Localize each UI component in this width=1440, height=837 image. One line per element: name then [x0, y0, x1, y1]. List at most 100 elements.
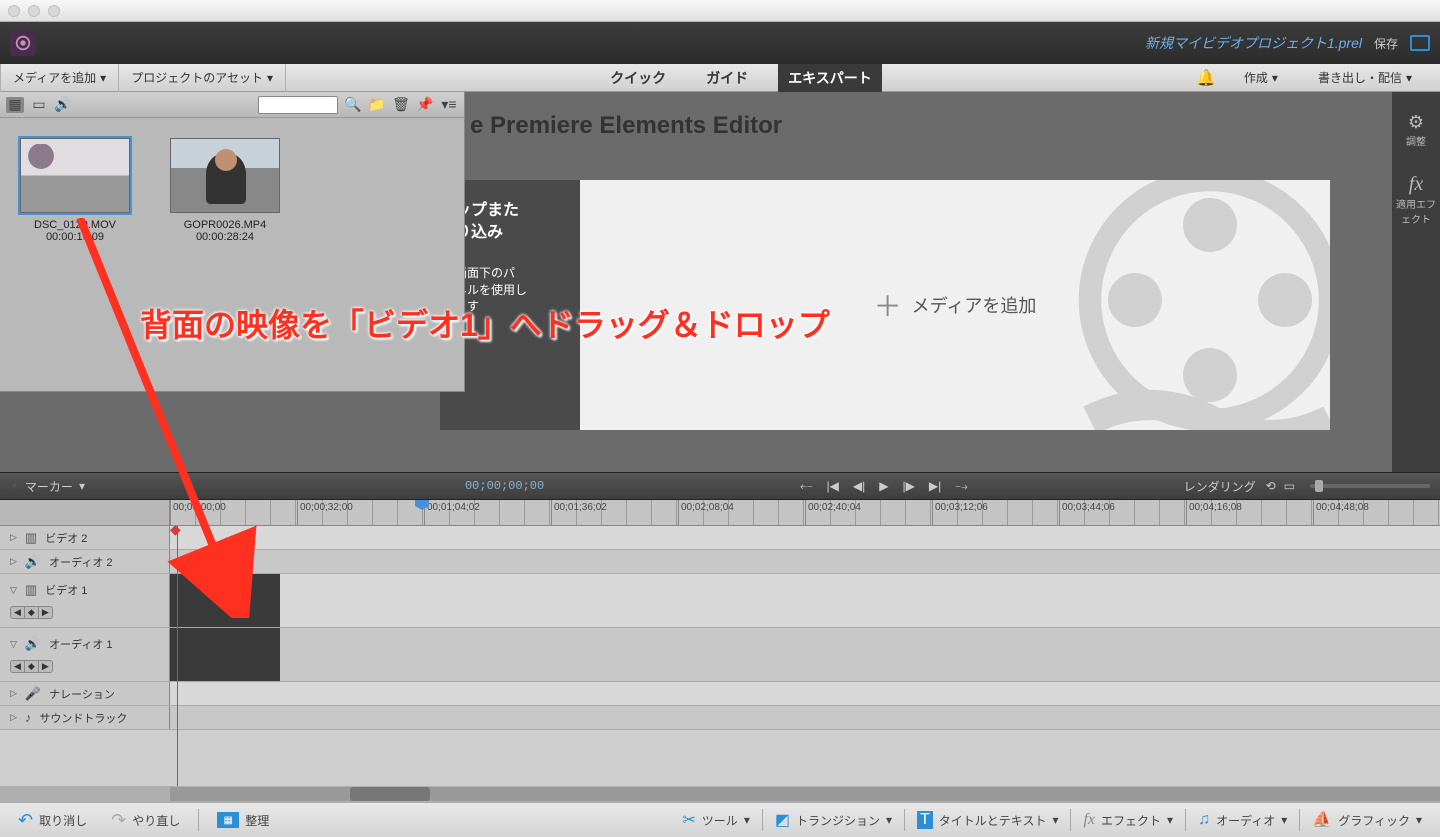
effects-button[interactable]: fx エフェクト▾ [1077, 807, 1179, 833]
mode-tab-expert[interactable]: エキスパート [778, 64, 882, 92]
loop-icon[interactable]: ⟲ [1266, 479, 1276, 493]
export-menu[interactable]: 書き出し・配信 ▾ [1306, 64, 1424, 92]
graphics-button[interactable]: ⛵ グラフィック▾ [1306, 806, 1428, 834]
track-name: サウンドトラック [39, 710, 127, 726]
track-header-narration[interactable]: ▷🎤ナレーション [0, 682, 170, 705]
dropdown-icon: ▾ [1272, 71, 1278, 85]
redo-button[interactable]: ↷ やり直し [105, 806, 186, 835]
pin-icon[interactable]: 📌 [416, 97, 434, 113]
notification-bell-icon[interactable]: 🔔 [1196, 68, 1216, 88]
effects-label: 適用エフェクト [1392, 196, 1440, 226]
marker-menu[interactable]: ▼ マーカー ▾ [10, 478, 85, 495]
timeline-tracks: ◆ ▷▥ビデオ 2 ▷🔊オーディオ 2 ▽▥ビデオ 1 ◀◆▶ ▽🔊オーディオ … [0, 526, 1440, 786]
track-content-narration[interactable] [170, 682, 1440, 705]
track-content-video1[interactable] [170, 574, 1440, 627]
playhead[interactable] [415, 500, 429, 526]
create-menu[interactable]: 作成 ▾ [1232, 64, 1290, 92]
track-content-audio2[interactable] [170, 550, 1440, 573]
safe-margins-icon[interactable]: ▭ [1284, 479, 1295, 493]
next-icon[interactable]: ▶| [929, 479, 941, 494]
track-header-audio1[interactable]: ▽🔊オーディオ 1 ◀◆▶ [0, 628, 170, 681]
right-sidebar: ⚙ 調整 fx 適用エフェクト [1392, 92, 1440, 472]
in-point-marker[interactable]: ◆ [170, 526, 184, 537]
track-header-video1[interactable]: ▽▥ビデオ 1 ◀◆▶ [0, 574, 170, 627]
tools-icon: ✂ [682, 810, 695, 830]
tools-button[interactable]: ✂ ツール▾ [676, 806, 755, 834]
dropdown-icon: ▾ [100, 71, 106, 85]
fx-icon: fx [1083, 811, 1095, 829]
titles-button[interactable]: T タイトルとテキスト▾ [911, 807, 1064, 833]
track-name: ビデオ 1 [45, 582, 87, 598]
undo-button[interactable]: ↶ 取り消し [12, 806, 93, 835]
transition-button[interactable]: ◩ トランジション▾ [769, 806, 898, 834]
effects-label: エフェクト [1101, 812, 1161, 829]
delete-icon[interactable]: 🗑 [392, 97, 410, 113]
project-assets-panel: ▦ ▭ 🔊 🔍 📁 🗑 📌 ▾≡ DSC_0129.MOV 00:00:16:0… [0, 92, 465, 392]
add-media-menu[interactable]: メディアを追加 ▾ [0, 64, 119, 92]
prev-icon[interactable]: |◀ [827, 479, 839, 494]
audio-button[interactable]: ♫ オーディオ▾ [1192, 807, 1293, 833]
track-name: オーディオ 1 [49, 636, 112, 652]
asset-thumbnail[interactable] [20, 138, 130, 213]
dropdown-icon: ▾ [267, 71, 273, 85]
track-content-soundtrack[interactable] [170, 706, 1440, 729]
traffic-zoom-icon[interactable] [48, 5, 60, 17]
zoom-slider[interactable] [1310, 484, 1430, 488]
asset-item[interactable]: DSC_0129.MOV 00:00:16:09 [15, 138, 135, 243]
play-icon[interactable]: ▶ [879, 479, 888, 494]
organize-button[interactable]: ▦ 整理 [211, 808, 275, 833]
goto-end-icon[interactable]: ⤍ [955, 479, 967, 494]
create-label: 作成 [1244, 69, 1268, 86]
search-input[interactable] [258, 96, 338, 114]
filter-video-icon[interactable]: ▦ [6, 97, 24, 113]
undo-label: 取り消し [39, 812, 87, 829]
drop-hint-line: り込み [455, 222, 565, 244]
ruler-tick: 00;03;12;06 [932, 500, 1059, 525]
add-media-label: メディアを追加 [13, 69, 96, 86]
audio-icon: ♫ [1198, 811, 1210, 829]
ruler-tick: 00;02;08;04 [678, 500, 805, 525]
asset-item[interactable]: GOPR0026.MP4 00:00:28:24 [165, 138, 285, 243]
step-fwd-icon[interactable]: |▶ [903, 479, 915, 494]
step-back-icon[interactable]: ◀| [853, 479, 865, 494]
redo-label: やり直し [132, 812, 180, 829]
project-assets-menu[interactable]: プロジェクトのアセット ▾ [119, 64, 286, 92]
titles-icon: T [917, 811, 933, 829]
track-header-soundtrack[interactable]: ▷♪サウンドトラック [0, 706, 170, 729]
mode-tab-guide[interactable]: ガイド [696, 64, 758, 92]
traffic-close-icon[interactable] [8, 5, 20, 17]
timeline-clip[interactable] [170, 574, 280, 627]
filter-image-icon[interactable]: ▭ [30, 97, 48, 113]
mode-tab-quick[interactable]: クイック [600, 64, 676, 92]
track-nav-arrows[interactable]: ◀◆▶ [10, 606, 53, 619]
applied-effects-button[interactable]: fx 適用エフェクト [1392, 173, 1440, 226]
track-header-video2[interactable]: ▷▥ビデオ 2 [0, 526, 170, 549]
timeline-scrollbar[interactable] [0, 786, 1440, 802]
timecode-display[interactable]: 00;00;00;00 [465, 479, 544, 493]
add-media-text: メディアを追加 [912, 292, 1037, 318]
track-content-video2[interactable] [170, 526, 1440, 549]
filter-audio-icon[interactable]: 🔊 [54, 97, 72, 113]
track-content-audio1[interactable]: ✂ [170, 628, 1440, 681]
ruler-tick: 00;00;00;00 [170, 500, 297, 525]
folder-icon[interactable]: 📁 [368, 97, 386, 113]
monitor-area: e Premiere Elements Editor ップまた り込み 画面下の… [440, 102, 1390, 462]
timeline-ruler[interactable]: 00;00;00;0000;00;32;0000;01;04;0200;01;3… [0, 500, 1440, 526]
traffic-minimize-icon[interactable] [28, 5, 40, 17]
asset-thumbnail[interactable] [170, 138, 280, 213]
organize-label: 整理 [245, 812, 269, 829]
project-name: 新規マイビデオプロジェクト1.prel [1145, 33, 1362, 53]
timeline-clip[interactable] [170, 628, 280, 681]
track-header-audio2[interactable]: ▷🔊オーディオ 2 [0, 550, 170, 573]
marker-label: マーカー [25, 478, 73, 495]
adjust-button[interactable]: ⚙ 調整 [1406, 112, 1426, 148]
panel-menu-icon[interactable]: ▾≡ [440, 97, 458, 113]
fullscreen-icon[interactable] [1410, 35, 1430, 51]
track-nav-arrows[interactable]: ◀◆▶ [10, 660, 53, 673]
ruler-tick: 00;04;16;08 [1186, 500, 1313, 525]
search-icon[interactable]: 🔍 [344, 97, 362, 113]
render-button[interactable]: レンダリング [1184, 478, 1256, 495]
menu-bar: メディアを追加 ▾ プロジェクトのアセット ▾ クイック ガイド エキスパート … [0, 64, 1440, 92]
goto-start-icon[interactable]: ⤌ [800, 479, 812, 494]
save-button[interactable]: 保存 [1374, 35, 1398, 52]
